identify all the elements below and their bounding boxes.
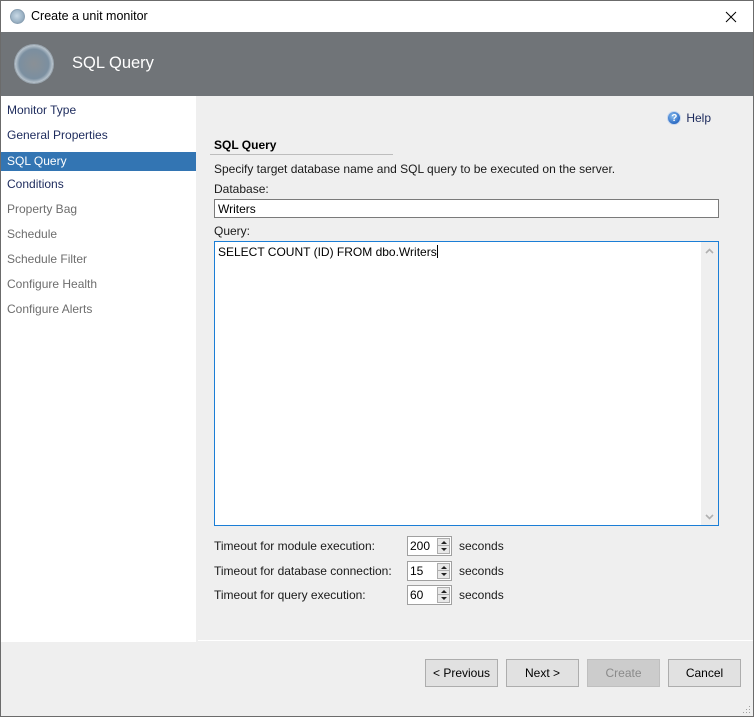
timeout-query-execution-row: Timeout for query execution: 60 seconds bbox=[214, 585, 514, 605]
timeout-label: Timeout for database connection: bbox=[214, 564, 392, 578]
section-divider bbox=[210, 154, 393, 155]
scroll-up-button[interactable] bbox=[701, 242, 718, 259]
timeout-module-execution-row: Timeout for module execution: 200 second… bbox=[214, 536, 514, 556]
previous-button[interactable]: < Previous bbox=[425, 659, 498, 687]
sidebar-item-general-properties[interactable]: General Properties bbox=[1, 126, 196, 145]
sidebar-item-monitor-type[interactable]: Monitor Type bbox=[1, 101, 196, 120]
chevron-down-icon bbox=[705, 513, 714, 520]
wizard-header: SQL Query bbox=[1, 32, 753, 96]
help-icon: ? bbox=[667, 111, 682, 125]
resize-grip-icon[interactable] bbox=[741, 704, 751, 714]
create-button: Create bbox=[587, 659, 660, 687]
chevron-up-icon bbox=[705, 247, 714, 254]
spin-up-button[interactable] bbox=[438, 539, 449, 546]
sidebar-item-label: General Properties bbox=[7, 128, 108, 142]
arrow-up-icon bbox=[440, 565, 447, 569]
cancel-button[interactable]: Cancel bbox=[668, 659, 741, 687]
timeout-database-connection-row: Timeout for database connection: 15 seco… bbox=[214, 561, 514, 581]
spin-down-button[interactable] bbox=[438, 595, 449, 602]
title-bar: Create a unit monitor bbox=[1, 1, 753, 32]
sidebar-item-label: SQL Query bbox=[7, 154, 67, 168]
help-label: Help bbox=[686, 111, 711, 125]
scroll-down-button[interactable] bbox=[701, 508, 718, 525]
query-label: Query: bbox=[214, 224, 251, 238]
section-title: SQL Query bbox=[214, 138, 277, 152]
sidebar-item-label: Configure Health bbox=[7, 277, 98, 291]
spinner-value[interactable]: 15 bbox=[410, 564, 423, 578]
sidebar-item-label: Schedule Filter bbox=[7, 252, 88, 266]
create-unit-monitor-dialog: Create a unit monitor SQL Query Monitor … bbox=[0, 0, 754, 717]
spin-up-button[interactable] bbox=[438, 564, 449, 571]
close-icon bbox=[725, 11, 737, 22]
window-title: Create a unit monitor bbox=[31, 9, 148, 23]
database-label: Database: bbox=[214, 182, 269, 196]
sidebar-item-label: Property Bag bbox=[7, 202, 78, 216]
spinner-buttons bbox=[437, 538, 450, 554]
spin-down-button[interactable] bbox=[438, 546, 449, 553]
next-button[interactable]: Next > bbox=[506, 659, 579, 687]
arrow-down-icon bbox=[440, 548, 447, 551]
units-label: seconds bbox=[459, 588, 504, 602]
spinner-buttons bbox=[437, 587, 450, 603]
spinner-value[interactable]: 200 bbox=[410, 539, 430, 553]
spin-down-button[interactable] bbox=[438, 571, 449, 578]
page-title: SQL Query bbox=[72, 54, 154, 72]
query-scrollbar[interactable] bbox=[701, 242, 718, 525]
spinner-buttons bbox=[437, 563, 450, 579]
query-text: SELECT COUNT (ID) FROM dbo.Writers bbox=[218, 245, 438, 259]
app-icon bbox=[10, 9, 25, 24]
spin-up-button[interactable] bbox=[438, 588, 449, 595]
sidebar-item-label: Configure Alerts bbox=[7, 302, 93, 316]
sidebar-item-configure-alerts: Configure Alerts bbox=[1, 300, 196, 319]
help-link[interactable]: ? Help bbox=[667, 111, 711, 125]
spinner-value[interactable]: 60 bbox=[410, 588, 423, 602]
timeout-label: Timeout for query execution: bbox=[214, 588, 366, 602]
timeout-query-execution-spinner[interactable]: 60 bbox=[407, 585, 452, 605]
timeout-label: Timeout for module execution: bbox=[214, 539, 375, 553]
sidebar-item-conditions[interactable]: Conditions bbox=[1, 175, 196, 194]
units-label: seconds bbox=[459, 539, 504, 553]
sidebar-item-label: Monitor Type bbox=[7, 103, 77, 117]
text-caret bbox=[436, 245, 438, 258]
sidebar-item-property-bag: Property Bag bbox=[1, 200, 196, 219]
sidebar-item-configure-health: Configure Health bbox=[1, 275, 196, 294]
sidebar-item-schedule: Schedule bbox=[1, 225, 196, 244]
query-textarea[interactable]: SELECT COUNT (ID) FROM dbo.Writers bbox=[214, 241, 719, 526]
arrow-down-icon bbox=[440, 597, 447, 600]
close-button[interactable] bbox=[709, 1, 753, 32]
sidebar-item-schedule-filter: Schedule Filter bbox=[1, 250, 196, 269]
database-input[interactable] bbox=[214, 199, 719, 218]
arrow-down-icon bbox=[440, 573, 447, 576]
sidebar-item-label: Schedule bbox=[7, 227, 58, 241]
arrow-up-icon bbox=[440, 540, 447, 544]
arrow-up-icon bbox=[440, 589, 447, 593]
wizard-steps-sidebar: Monitor Type General Properties SQL Quer… bbox=[1, 96, 196, 642]
timeout-database-connection-spinner[interactable]: 15 bbox=[407, 561, 452, 581]
sql-query-page: ? Help SQL Query Specify target database… bbox=[198, 96, 753, 641]
wizard-orb-icon bbox=[15, 45, 53, 83]
timeout-module-execution-spinner[interactable]: 200 bbox=[407, 536, 452, 556]
sidebar-item-sql-query[interactable]: SQL Query bbox=[1, 152, 196, 171]
units-label: seconds bbox=[459, 564, 504, 578]
sidebar-item-label: Conditions bbox=[7, 177, 64, 191]
page-description: Specify target database name and SQL que… bbox=[214, 162, 616, 176]
